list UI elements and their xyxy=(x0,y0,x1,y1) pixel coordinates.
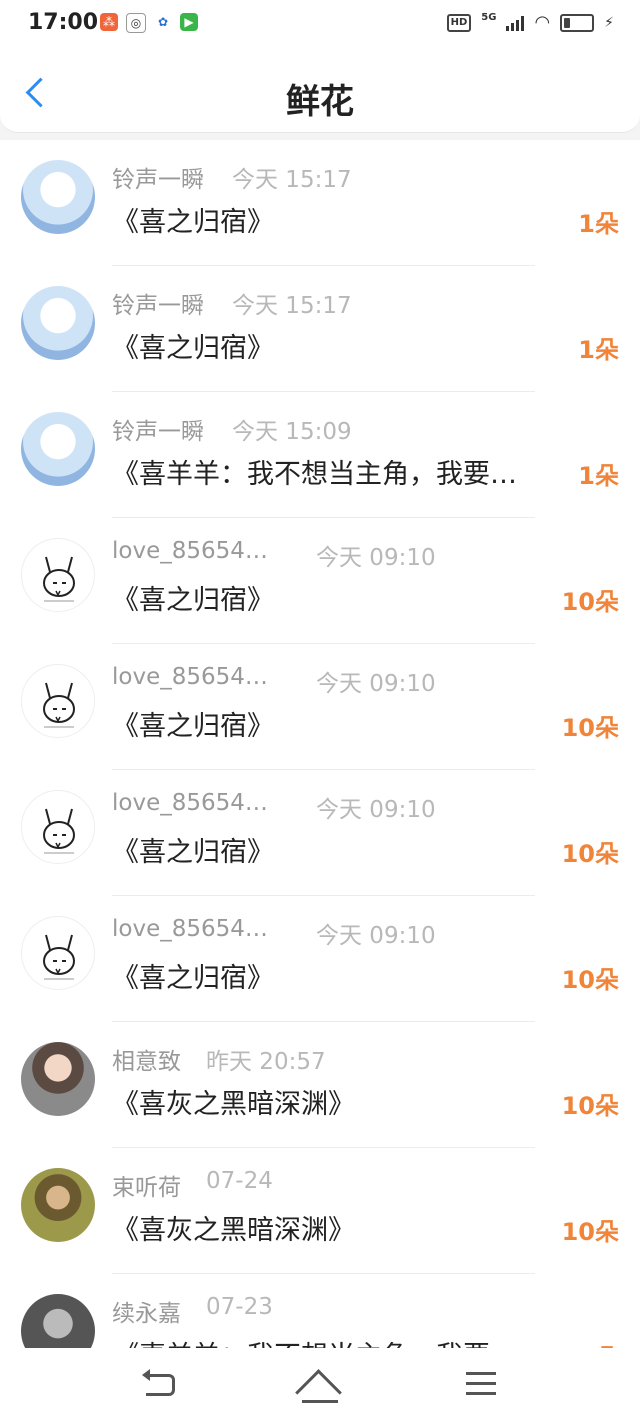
nav-menu-icon[interactable] xyxy=(460,1364,504,1404)
status-bar: 17:00 ⁂ ◎ ✿ ▶ HD 5G ◠ ⚡ xyxy=(0,0,640,52)
sender-name[interactable]: love_85654… xyxy=(112,790,268,816)
avatar[interactable] xyxy=(21,1168,95,1242)
list-item[interactable]: 铃声一瞬 今天 15:17 《喜之归宿》 1朵 xyxy=(0,140,640,266)
timestamp: 今天 15:09 xyxy=(232,419,352,445)
app-notification-icon: ⁂ xyxy=(100,13,118,31)
flower-count: 1朵 xyxy=(578,210,619,238)
timestamp: 07-23 xyxy=(206,1294,273,1320)
notification-icons: ⁂ ◎ ✿ ▶ xyxy=(100,13,198,33)
network-5g-label: 5G xyxy=(481,12,497,23)
list-item[interactable]: love_85654… 今天 09:10 《喜之归宿》 10朵 xyxy=(0,770,640,896)
sender-name[interactable]: 束听荷 xyxy=(112,1168,181,1202)
flower-count: 1朵 xyxy=(578,462,619,490)
nav-back-icon[interactable] xyxy=(138,1364,182,1404)
hd-icon: HD xyxy=(446,13,472,32)
charging-icon: ⚡ xyxy=(604,14,614,31)
list-item[interactable]: 续永嘉 07-23 《喜羊羊：我不想当主角，我要… 1朵 xyxy=(0,1274,640,1348)
song-title[interactable]: 《喜灰之黑暗深渊》 xyxy=(112,1082,355,1121)
app-notification-icon: ✿ xyxy=(154,13,172,31)
app-notification-icon: ◎ xyxy=(126,13,146,33)
timestamp: 今天 09:10 xyxy=(316,671,436,697)
sender-name[interactable]: 相意致 xyxy=(112,1042,181,1076)
song-title[interactable]: 《喜之归宿》 xyxy=(112,578,274,617)
timestamp: 今天 15:17 xyxy=(232,293,352,319)
song-title[interactable]: 《喜之归宿》 xyxy=(112,704,274,743)
status-indicators: HD 5G ◠ ⚡ xyxy=(446,12,614,33)
sender-name[interactable]: love_85654… xyxy=(112,916,268,942)
timestamp: 昨天 20:57 xyxy=(206,1049,326,1075)
timestamp: 今天 09:10 xyxy=(316,545,436,571)
list-item[interactable]: love_85654… 今天 09:10 《喜之归宿》 10朵 xyxy=(0,518,640,644)
sender-name[interactable]: love_85654… xyxy=(112,664,268,690)
list-item[interactable]: 相意致 昨天 20:57 《喜灰之黑暗深渊》 10朵 xyxy=(0,1022,640,1148)
sender-name[interactable]: 铃声一瞬 xyxy=(112,286,204,320)
flower-count: 10朵 xyxy=(561,588,619,616)
app-header: 鲜花 xyxy=(0,52,640,133)
flower-count: 10朵 xyxy=(561,966,619,994)
flower-count: 10朵 xyxy=(561,1092,619,1120)
battery-icon xyxy=(560,13,595,32)
signal-icon xyxy=(506,15,525,31)
song-title[interactable]: 《喜之归宿》 xyxy=(112,200,274,239)
avatar[interactable] xyxy=(21,412,95,486)
song-title[interactable]: 《喜灰之黑暗深渊》 xyxy=(112,1208,355,1247)
flower-count: 10朵 xyxy=(561,1218,619,1246)
flower-count: 10朵 xyxy=(561,714,619,742)
list-item[interactable]: 铃声一瞬 今天 15:09 《喜羊羊：我不想当主角，我要… 1朵 xyxy=(0,392,640,518)
list-item[interactable]: 束听荷 07-24 《喜灰之黑暗深渊》 10朵 xyxy=(0,1148,640,1274)
avatar[interactable] xyxy=(21,790,95,864)
flower-count: 1朵 xyxy=(578,336,619,364)
avatar[interactable] xyxy=(21,1042,95,1116)
timestamp: 今天 09:10 xyxy=(316,923,436,949)
timestamp: 今天 15:17 xyxy=(232,167,352,193)
avatar[interactable] xyxy=(21,664,95,738)
avatar[interactable] xyxy=(21,160,95,234)
timestamp: 今天 09:10 xyxy=(316,797,436,823)
avatar[interactable] xyxy=(21,286,95,360)
flower-count: 1朵 xyxy=(578,1338,619,1348)
list-item[interactable]: 铃声一瞬 今天 15:17 《喜之归宿》 1朵 xyxy=(0,266,640,392)
song-title[interactable]: 《喜之归宿》 xyxy=(112,326,274,365)
flower-count: 10朵 xyxy=(561,840,619,868)
app-notification-icon: ▶ xyxy=(180,13,198,31)
song-title[interactable]: 《喜之归宿》 xyxy=(112,830,274,869)
song-title[interactable]: 《喜羊羊：我不想当主角，我要… xyxy=(112,452,517,491)
list-item[interactable]: love_85654… 今天 09:10 《喜之归宿》 10朵 xyxy=(0,644,640,770)
page-title: 鲜花 xyxy=(286,82,354,122)
song-title[interactable]: 《喜羊羊：我不想当主角，我要… xyxy=(112,1334,517,1348)
sender-name[interactable]: 铃声一瞬 xyxy=(112,412,204,446)
sender-name[interactable]: 续永嘉 xyxy=(112,1294,181,1328)
wifi-icon: ◠ xyxy=(534,12,551,33)
list-item[interactable]: love_85654… 今天 09:10 《喜之归宿》 10朵 xyxy=(0,896,640,1022)
system-nav-bar xyxy=(0,1348,640,1422)
song-title[interactable]: 《喜之归宿》 xyxy=(112,956,274,995)
flower-list[interactable]: 铃声一瞬 今天 15:17 《喜之归宿》 1朵 铃声一瞬 今天 15:17 《喜之归宿》 1朵… xyxy=(0,140,640,1348)
avatar[interactable] xyxy=(21,538,95,612)
nav-home-icon[interactable] xyxy=(298,1364,342,1404)
status-time: 17:00 xyxy=(28,10,99,35)
timestamp: 07-24 xyxy=(206,1168,273,1194)
avatar[interactable] xyxy=(21,1294,95,1348)
sender-name[interactable]: love_85654… xyxy=(112,538,268,564)
avatar[interactable] xyxy=(21,916,95,990)
sender-name[interactable]: 铃声一瞬 xyxy=(112,160,204,194)
